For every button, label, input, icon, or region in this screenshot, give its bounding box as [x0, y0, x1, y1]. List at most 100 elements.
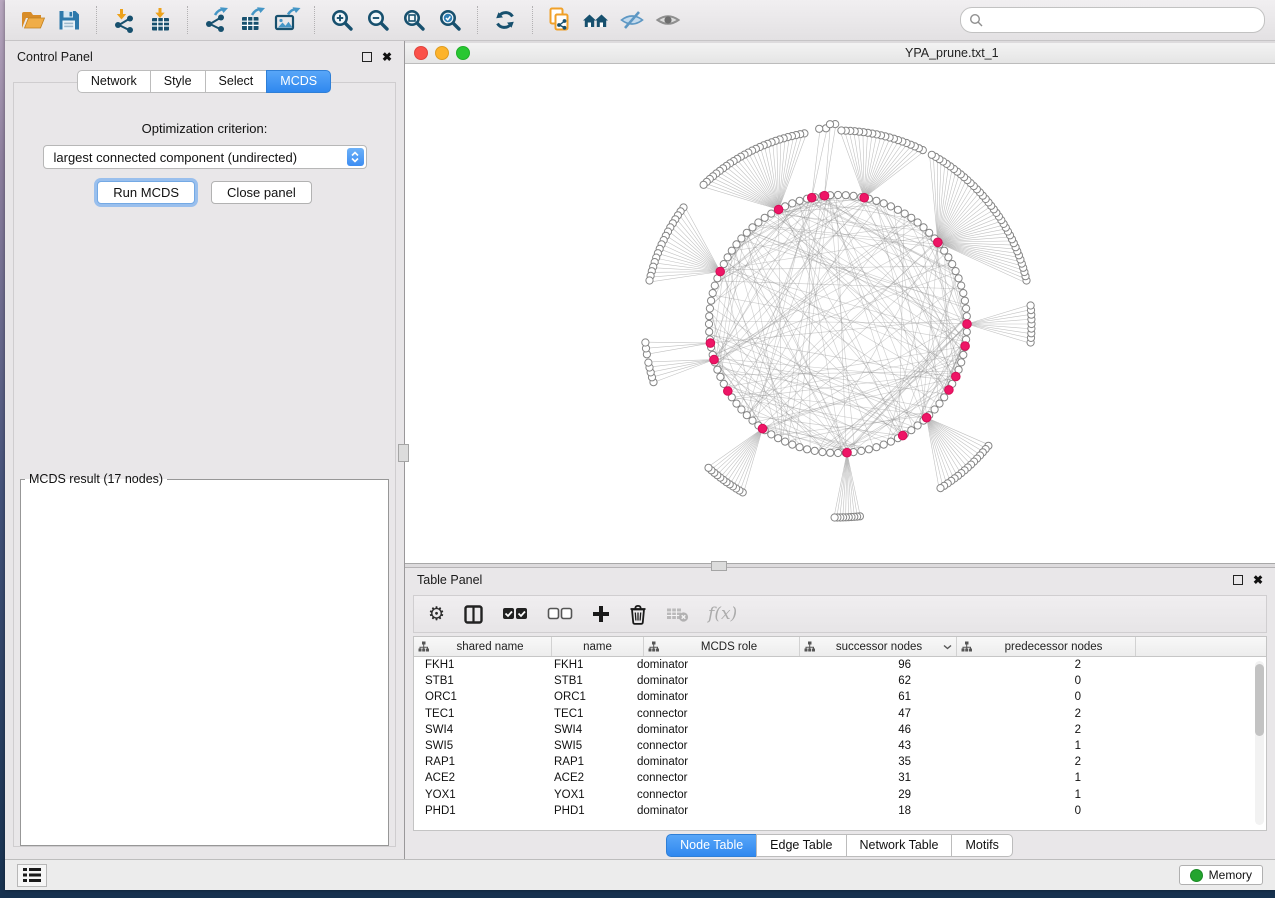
table-row[interactable]: FKH1FKH1dominator962 [414, 657, 1266, 673]
network-node[interactable] [961, 297, 968, 304]
table-row[interactable]: ACE2ACE2connector311 [414, 770, 1266, 786]
network-node[interactable] [728, 247, 735, 254]
network-node[interactable] [955, 275, 962, 282]
network-node[interactable] [952, 268, 959, 275]
hide-selected-button[interactable] [614, 4, 650, 36]
horizontal-splitter[interactable] [405, 564, 1275, 567]
zoom-out-button[interactable] [360, 4, 396, 36]
network-node[interactable] [782, 438, 789, 445]
select-all-button[interactable] [502, 607, 528, 621]
network-node[interactable] [958, 282, 965, 289]
network-node[interactable] [958, 359, 965, 366]
mcds-dominator-node[interactable] [945, 386, 954, 395]
network-node[interactable] [714, 366, 721, 373]
add-column-button[interactable] [592, 605, 610, 623]
mcds-dominator-node[interactable] [843, 448, 852, 457]
network-node[interactable] [949, 261, 956, 268]
table-settings-button[interactable]: ⚙ [428, 603, 445, 626]
show-columns-button[interactable] [464, 605, 483, 624]
network-node[interactable] [1027, 302, 1034, 309]
network-node[interactable] [834, 191, 841, 198]
delete-column-button[interactable] [629, 604, 647, 625]
network-node[interactable] [711, 282, 718, 289]
vertical-splitter-handle[interactable] [398, 444, 409, 462]
network-window-titlebar[interactable]: YPA_prune.txt_1 [405, 43, 1275, 64]
window-minimize-icon[interactable] [435, 46, 449, 60]
table-row[interactable]: SWI5SWI5connector431 [414, 738, 1266, 754]
apply-layout-button[interactable] [487, 4, 523, 36]
network-node[interactable] [768, 210, 775, 217]
column-header-successor-nodes[interactable]: successor nodes [800, 637, 957, 656]
network-node[interactable] [941, 394, 948, 401]
network-node[interactable] [908, 427, 915, 434]
network-node[interactable] [887, 203, 894, 210]
network-node[interactable] [724, 254, 731, 261]
network-node[interactable] [819, 449, 826, 456]
network-node[interactable] [963, 313, 970, 320]
network-node[interactable] [705, 464, 712, 471]
network-node[interactable] [709, 290, 716, 297]
export-network-button[interactable] [197, 4, 233, 36]
tab-node-table[interactable]: Node Table [666, 834, 757, 857]
network-node[interactable] [894, 206, 901, 213]
network-node[interactable] [645, 359, 652, 366]
network-node[interactable] [960, 351, 967, 358]
network-node[interactable] [873, 197, 880, 204]
network-node[interactable] [749, 417, 756, 424]
network-node[interactable] [850, 192, 857, 199]
network-node[interactable] [936, 400, 943, 407]
network-node[interactable] [926, 229, 933, 236]
mcds-dominator-node[interactable] [724, 387, 733, 396]
network-node[interactable] [743, 412, 750, 419]
network-node[interactable] [738, 406, 745, 413]
show-all-button[interactable] [650, 4, 686, 36]
window-maximize-icon[interactable] [456, 46, 470, 60]
zoom-fit-button[interactable] [396, 4, 432, 36]
table-row[interactable]: TEC1TEC1connector472 [414, 706, 1266, 722]
mcds-dominator-node[interactable] [808, 193, 817, 202]
network-node[interactable] [945, 254, 952, 261]
network-node[interactable] [908, 214, 915, 221]
mcds-dominator-node[interactable] [898, 431, 907, 440]
network-node[interactable] [928, 151, 935, 158]
mcds-dominator-node[interactable] [963, 320, 972, 329]
run-mcds-button[interactable]: Run MCDS [97, 181, 195, 204]
network-node[interactable] [733, 400, 740, 407]
mcds-dominator-node[interactable] [706, 339, 715, 348]
first-neighbors-button[interactable] [578, 4, 614, 36]
zoom-selected-button[interactable] [432, 4, 468, 36]
close-panel-icon[interactable]: ✖ [1253, 574, 1263, 586]
network-node[interactable] [937, 485, 944, 492]
window-close-icon[interactable] [414, 46, 428, 60]
network-node[interactable] [700, 181, 707, 188]
horizontal-splitter-handle[interactable] [711, 561, 727, 571]
mcds-dominator-node[interactable] [716, 267, 725, 276]
export-table-button[interactable] [233, 4, 269, 36]
mcds-dominator-node[interactable] [710, 355, 719, 364]
network-node[interactable] [880, 441, 887, 448]
search-box[interactable] [960, 7, 1265, 33]
network-node[interactable] [963, 328, 970, 335]
network-node[interactable] [642, 339, 649, 346]
network-node[interactable] [941, 247, 948, 254]
network-node[interactable] [796, 444, 803, 451]
tab-network[interactable]: Network [77, 70, 151, 93]
open-file-button[interactable] [15, 4, 51, 36]
network-node[interactable] [834, 449, 841, 456]
network-node[interactable] [826, 121, 833, 128]
network-node[interactable] [761, 214, 768, 221]
mcds-dominator-node[interactable] [961, 342, 970, 351]
network-node[interactable] [811, 447, 818, 454]
network-node[interactable] [743, 229, 750, 236]
network-node[interactable] [804, 446, 811, 453]
network-canvas[interactable] [405, 64, 1275, 563]
mcds-result-list[interactable]: PHD1CAR1STP4TID3YOX1SWI4SRD1PMA2FKH1ACE2… [22, 488, 378, 490]
table-row[interactable]: YOX1YOX1connector291 [414, 787, 1266, 803]
criterion-select[interactable]: largest connected component (undirected) [43, 145, 367, 169]
import-network-button[interactable] [106, 4, 142, 36]
close-panel-button[interactable]: Close panel [211, 181, 312, 204]
network-node[interactable] [920, 224, 927, 231]
save-session-button[interactable] [51, 4, 87, 36]
mcds-dominator-node[interactable] [934, 238, 943, 247]
network-node[interactable] [858, 447, 865, 454]
